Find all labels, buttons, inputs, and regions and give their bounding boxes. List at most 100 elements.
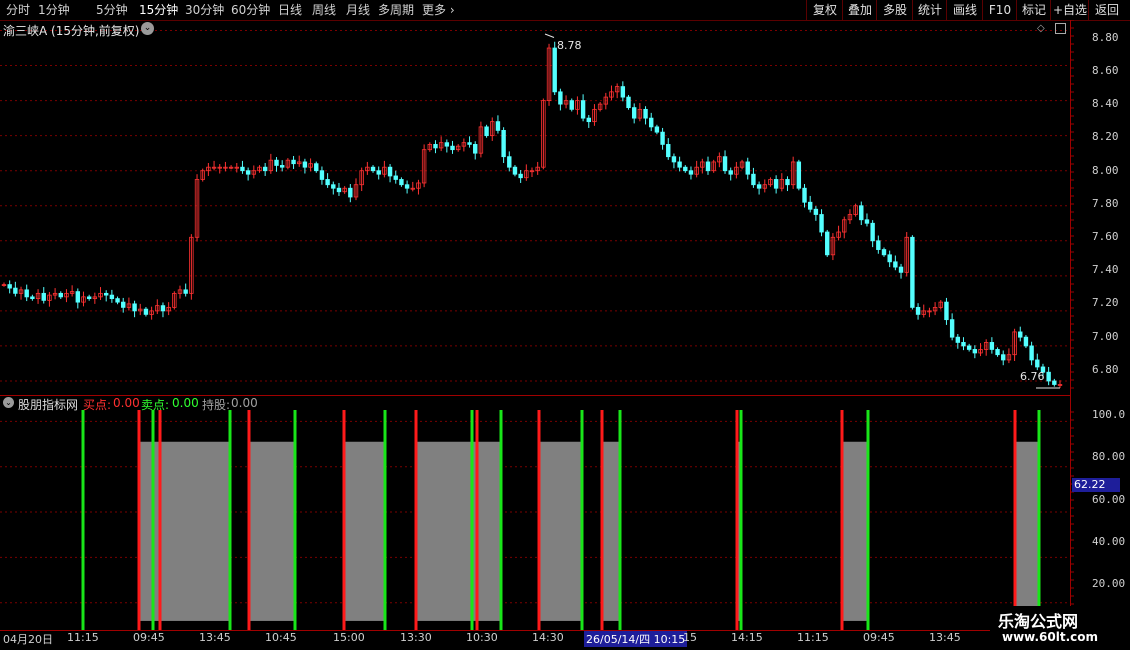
indicator-tick: 40.00 bbox=[1092, 535, 1126, 548]
candle-body bbox=[671, 156, 677, 163]
fuquan-button[interactable]: 复权 bbox=[806, 0, 843, 20]
candle-body bbox=[484, 126, 489, 137]
indicator-name[interactable]: 股朋指标网 bbox=[18, 396, 78, 413]
period-tab-week[interactable]: 周线 bbox=[312, 0, 336, 20]
candle-body bbox=[399, 179, 404, 186]
crosshair-time-label: 26/05/14/四 10:15 bbox=[584, 631, 688, 647]
draw-line-button[interactable]: 画线 bbox=[946, 0, 983, 20]
candle-body bbox=[370, 166, 376, 172]
price-tick: 8.40 bbox=[1092, 97, 1119, 110]
candle-body bbox=[893, 261, 898, 268]
candle-body bbox=[1052, 380, 1057, 385]
candle-body bbox=[660, 131, 665, 145]
period-tab-1min[interactable]: 1分钟 bbox=[38, 0, 70, 20]
chevron-down-icon[interactable]: ⌄ bbox=[141, 22, 154, 35]
buy-point-value: 0.00 bbox=[113, 396, 140, 410]
candle-body bbox=[728, 170, 733, 175]
candle-body bbox=[160, 305, 166, 312]
hold-bar bbox=[539, 441, 582, 621]
candle-body bbox=[580, 100, 586, 119]
more-periods-button[interactable]: 更多 › bbox=[422, 0, 455, 20]
high-price-label: 8.78 bbox=[557, 39, 582, 52]
sell-signal-line bbox=[1037, 410, 1041, 630]
candle-body bbox=[433, 144, 438, 149]
candle-body bbox=[626, 96, 631, 109]
candle-body bbox=[376, 170, 381, 175]
low-price-label: 6.76 bbox=[1020, 370, 1045, 383]
candle-body bbox=[291, 159, 296, 165]
candle-body bbox=[467, 142, 472, 145]
time-tick: 10:30 bbox=[466, 631, 498, 644]
candle-body bbox=[972, 349, 978, 354]
candle-body bbox=[910, 236, 915, 308]
price-tick: 7.60 bbox=[1092, 230, 1119, 243]
buy-signal-line bbox=[342, 410, 346, 630]
period-tab-15min[interactable]: 15分钟 bbox=[139, 0, 178, 20]
candle-body bbox=[915, 306, 921, 315]
candle-body bbox=[75, 291, 81, 303]
time-tick: 15 bbox=[683, 631, 697, 644]
watermark-name: 乐淘公式网 bbox=[998, 612, 1079, 631]
chevron-down-icon[interactable]: ⌄ bbox=[3, 397, 14, 408]
candle-body bbox=[518, 173, 523, 179]
buy-signal-line bbox=[1013, 410, 1017, 630]
candle-body bbox=[722, 156, 728, 172]
candle-body bbox=[881, 249, 887, 256]
sell-signal-line bbox=[293, 410, 297, 630]
time-tick: 10:45 bbox=[265, 631, 297, 644]
candle-body bbox=[336, 187, 342, 193]
period-tab-fenshi[interactable]: 分时 bbox=[6, 0, 30, 20]
candle-body bbox=[785, 179, 790, 186]
candle-body bbox=[1046, 371, 1051, 382]
candle-body bbox=[955, 336, 961, 343]
period-tab-60min[interactable]: 60分钟 bbox=[231, 0, 270, 20]
time-tick: 04月20日 bbox=[3, 633, 53, 646]
f10-button[interactable]: F10 bbox=[982, 0, 1017, 20]
candle-body bbox=[1035, 359, 1040, 368]
hold-bar bbox=[1015, 441, 1039, 621]
candle-body bbox=[7, 284, 12, 289]
price-tick: 8.60 bbox=[1092, 64, 1119, 77]
buy-signal-line bbox=[735, 410, 739, 630]
candle-body bbox=[279, 165, 285, 168]
back-button[interactable]: 返回 bbox=[1088, 0, 1125, 20]
candle-body bbox=[1023, 336, 1029, 347]
time-tick: 13:45 bbox=[929, 631, 961, 644]
sell-signal-line bbox=[866, 410, 870, 630]
candle-body bbox=[86, 296, 92, 300]
candle-body bbox=[859, 205, 864, 221]
diamond-icon[interactable]: ◇ bbox=[1037, 23, 1045, 34]
mark-button[interactable]: 标记 bbox=[1016, 0, 1051, 20]
buy-signal-line bbox=[840, 410, 844, 630]
candle-body bbox=[876, 240, 881, 250]
multi-stock-button[interactable]: 多股 bbox=[876, 0, 913, 20]
candle-body bbox=[944, 301, 949, 321]
period-tab-30min[interactable]: 30分钟 bbox=[185, 0, 224, 20]
statistics-button[interactable]: 统计 bbox=[912, 0, 947, 20]
buy-signal-line bbox=[137, 410, 141, 630]
candlestick-series bbox=[1, 33, 1063, 389]
period-tab-5min[interactable]: 5分钟 bbox=[96, 0, 128, 20]
watermark-url: www.60lt.com bbox=[1002, 630, 1099, 644]
time-tick: 13:45 bbox=[199, 631, 231, 644]
time-tick: 13:30 bbox=[400, 631, 432, 644]
candle-body bbox=[103, 292, 109, 296]
sell-signal-line bbox=[580, 410, 584, 630]
sell-signal-line bbox=[151, 410, 155, 630]
candle-body bbox=[319, 170, 325, 180]
overlay-button[interactable]: 叠加 bbox=[842, 0, 877, 20]
candle-body bbox=[773, 179, 779, 189]
candle-body bbox=[825, 231, 830, 256]
candle-body bbox=[751, 173, 756, 186]
window-maximize-icon[interactable] bbox=[1055, 23, 1066, 34]
sell-point-value: 0.00 bbox=[172, 396, 199, 410]
candle-body bbox=[802, 187, 807, 203]
candle-body bbox=[1001, 354, 1006, 361]
sell-signal-line bbox=[618, 410, 622, 630]
period-tab-month[interactable]: 月线 bbox=[346, 0, 370, 20]
period-tab-day[interactable]: 日线 bbox=[278, 0, 302, 20]
candle-body bbox=[864, 219, 870, 224]
period-tab-multi[interactable]: 多周期 bbox=[378, 0, 414, 20]
add-watchlist-button[interactable]: +自选 bbox=[1050, 0, 1089, 20]
hold-label: 持股: bbox=[202, 398, 231, 412]
